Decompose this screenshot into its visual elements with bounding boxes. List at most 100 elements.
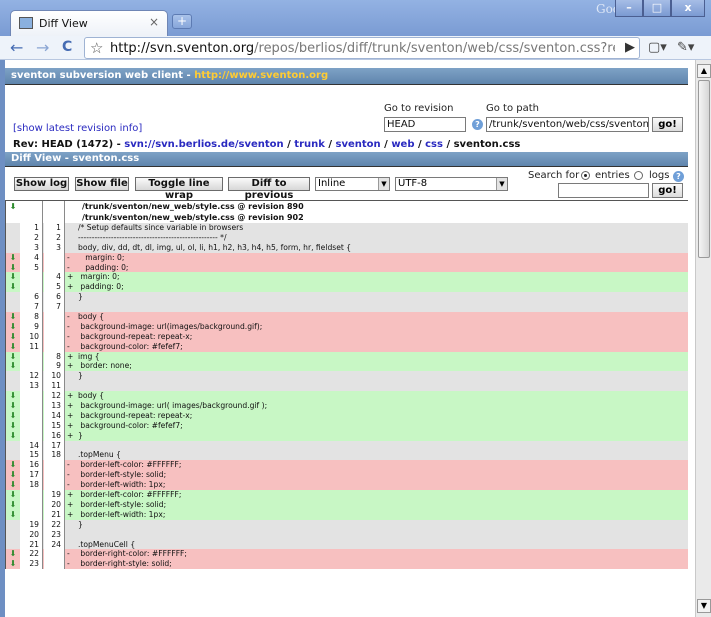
change-arrow-icon[interactable]: ⬇ [6,332,20,342]
minimize-button[interactable]: – [615,0,643,17]
change-arrow-icon[interactable]: ⬇ [6,470,20,480]
change-arrow-icon[interactable]: ⬇ [6,421,20,431]
crumb-sventon[interactable]: sventon [336,139,381,150]
forward-arrow-icon[interactable]: → [36,38,49,57]
diff-line-add: ⬇ 13 + background-image: url( images/backg… [6,401,688,411]
change-arrow-icon[interactable]: ⬇ [6,460,20,470]
code-text: background-color: #fefef7; [78,420,183,430]
crumb-css[interactable]: css [425,139,443,150]
search-logs-radio[interactable] [634,171,643,180]
window-controls: – □ x [615,0,705,17]
crumb-trunk[interactable]: trunk [294,139,325,150]
diff-to-previous-button[interactable]: Diff to previous [228,177,310,201]
line-number-right: 23 [44,529,65,540]
change-arrow-icon[interactable]: ⬇ [6,500,20,510]
change-arrow-icon[interactable]: ⬇ [6,342,20,352]
line-number-right: 4 [44,272,65,283]
app-header: sventon subversion web client - http://w… [5,68,688,85]
change-arrow-icon[interactable]: ⬇ [6,559,20,569]
browser-tab[interactable]: Diff View × [10,10,168,36]
line-number-left: 6 [20,292,43,303]
line-number-right [44,480,65,491]
line-number-right [44,312,65,322]
diff-sign: - [67,321,70,331]
crumb-web[interactable]: web [391,139,414,150]
line-number-right: 21 [44,509,65,520]
path-input[interactable]: /trunk/sventon/web/css/sventon.css [486,117,649,132]
diff-sign: + [67,410,74,420]
code-text: } [78,292,83,302]
diff-table: ⬇ /trunk/sventon/new_web/style.css @ rev… [5,200,688,570]
search-entries-radio[interactable] [581,171,590,180]
charset-select[interactable]: UTF-8 ▼ [395,177,508,191]
code-text: } [78,371,83,381]
maximize-button[interactable]: □ [643,0,671,17]
code-text: border-left-style: solid; [78,499,167,509]
show-latest-revision-link[interactable]: [show latest revision info] [13,123,142,134]
diff-file-header-to: /trunk/sventon/new_web/style.css @ revis… [6,212,688,223]
line-number-right [44,341,65,352]
diff-line-del: ⬇ 23 - border-right-style: solid; [6,559,688,570]
diff-sign: + [67,499,74,509]
code-text: ----------------------------------------… [78,232,227,242]
code-text: .topMenu { [78,450,121,460]
change-arrow-icon[interactable]: ⬇ [6,391,20,401]
vertical-scrollbar[interactable]: ▲ ▼ [695,60,711,617]
help-icon[interactable]: ? [472,119,483,130]
tab-close-icon[interactable]: × [149,15,159,29]
line-number-right: 11 [44,381,65,392]
chevron-down-icon: ▼ [496,178,507,190]
diff-style-select[interactable]: Inline ▼ [315,177,390,191]
repo-link[interactable]: svn://svn.berlios.de/sventon [124,139,283,150]
change-arrow-icon[interactable]: ⬇ [6,431,20,441]
scroll-thumb[interactable] [698,80,710,258]
wrench-menu-icon[interactable]: ✎▾ [677,40,694,55]
show-log-button[interactable]: Show log [14,177,69,191]
line-number-right [44,549,65,560]
change-arrow-icon[interactable]: ⬇ [6,253,20,263]
code-text: body, div, dd, dt, dl, img, ul, ol, li, … [78,242,352,252]
next-change-arrow-icon[interactable]: ⬇ [6,201,20,212]
change-arrow-icon[interactable]: ⬇ [6,411,20,421]
line-number-left [20,420,43,431]
change-arrow-icon[interactable]: ⬇ [6,401,20,411]
line-number-left [20,391,43,402]
bookmark-star-icon[interactable]: ☆ [90,39,103,57]
change-arrow-icon[interactable]: ⬇ [6,352,20,362]
close-window-button[interactable]: x [671,0,705,17]
change-arrow-icon[interactable]: ⬇ [6,322,20,332]
change-arrow-icon[interactable]: ⬇ [6,361,20,371]
line-number-right [44,470,65,481]
chevron-down-icon: ▼ [378,178,389,190]
revision-input[interactable]: HEAD [384,117,466,132]
line-number-right [44,321,65,332]
diff-line-add: ⬇ 19 + border-left-color: #FFFFFF; [6,490,688,500]
goto-go-button[interactable]: go! [652,117,683,132]
code-text: padding: 0; [78,262,129,272]
new-tab-button[interactable]: + [172,14,192,29]
change-arrow-icon[interactable]: ⬇ [6,263,20,273]
change-arrow-icon[interactable]: ⬇ [6,282,20,292]
show-file-button[interactable]: Show file [75,177,129,191]
change-arrow-icon[interactable]: ⬇ [6,510,20,520]
search-go-button[interactable]: go! [652,183,683,198]
code-text: margin: 0; [78,272,120,282]
scroll-up-icon[interactable]: ▲ [697,64,711,78]
back-arrow-icon[interactable]: ← [10,38,23,57]
code-text: background-image: url(images/background.… [78,321,263,331]
change-arrow-icon[interactable]: ⬇ [6,480,20,490]
reload-icon[interactable]: C [62,39,72,55]
change-arrow-icon[interactable]: ⬇ [6,549,20,559]
diff-line-del: ⬇ 5 - padding: 0; [6,262,688,273]
page-menu-icon[interactable]: ▢▾ [648,40,667,55]
go-arrow-icon[interactable]: ▶ [625,40,635,55]
address-bar[interactable]: ☆ http://svn.sventon.org/repos/berlios/d… [84,37,640,59]
search-help-icon[interactable]: ? [673,171,684,182]
site-link[interactable]: http://www.sventon.org [194,70,328,81]
change-arrow-icon[interactable]: ⬇ [6,272,20,282]
toggle-line-wrap-button[interactable]: Toggle line wrap [135,177,223,201]
change-arrow-icon[interactable]: ⬇ [6,490,20,500]
change-arrow-icon[interactable]: ⬇ [6,312,20,322]
search-input[interactable] [558,183,649,198]
scroll-down-icon[interactable]: ▼ [697,599,711,613]
